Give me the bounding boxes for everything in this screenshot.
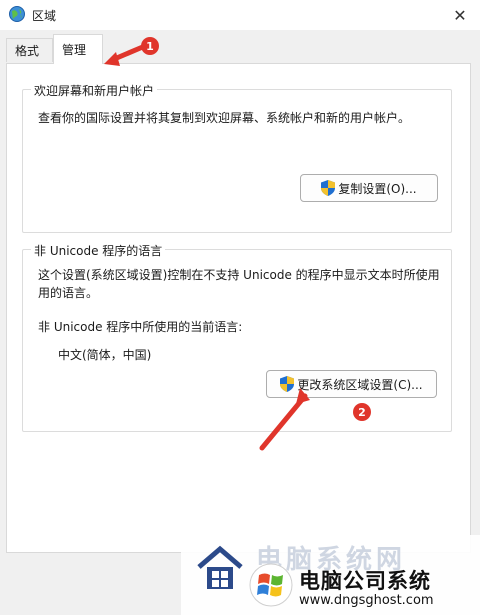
current-language-label: 非 Unicode 程序中所使用的当前语言: <box>38 320 243 334</box>
current-language-value: 中文(简体，中国) <box>58 348 152 362</box>
tab-strip: 格式 管理 <box>0 30 480 64</box>
welcome-screen-group: 欢迎屏幕和新用户帐户 查看你的国际设置并将其复制到欢迎屏幕、系统帐户和新的用户帐… <box>22 82 452 233</box>
non-unicode-description-line1: 这个设置(系统区域设置)控制在不支持 Unicode 的程序中显示文本时所使用 <box>38 268 440 282</box>
windows-logo-icon <box>249 563 293 607</box>
copy-settings-label: 复制设置(O)... <box>338 181 417 196</box>
window-title: 区域 <box>32 9 57 23</box>
watermark-url: www.dngsghost.com <box>299 593 434 608</box>
uac-shield-icon <box>321 180 336 196</box>
globe-icon <box>9 6 25 22</box>
watermark-title: 电脑公司系统 <box>299 569 431 593</box>
title-bar: 区域 ✕ <box>0 0 480 30</box>
tab-panel-administrative: 欢迎屏幕和新用户帐户 查看你的国际设置并将其复制到欢迎屏幕、系统帐户和新的用户帐… <box>6 63 471 553</box>
change-system-locale-label: 更改系统区域设置(C)... <box>297 377 423 392</box>
welcome-group-legend: 欢迎屏幕和新用户帐户 <box>31 82 158 99</box>
tab-format[interactable]: 格式 <box>6 38 53 62</box>
copy-settings-button[interactable]: 复制设置(O)... <box>300 174 438 202</box>
annotation-badge-1: 1 <box>141 37 159 55</box>
non-unicode-description-line2: 用的语言。 <box>38 286 99 300</box>
close-icon: ✕ <box>453 5 467 25</box>
close-button[interactable]: ✕ <box>440 0 480 30</box>
annotation-badge-2: 2 <box>353 403 371 421</box>
house-logo-icon <box>197 545 243 589</box>
non-unicode-group: 非 Unicode 程序的语言 这个设置(系统区域设置)控制在不支持 Unico… <box>22 242 452 432</box>
uac-shield-icon <box>280 376 295 392</box>
tab-administrative[interactable]: 管理 <box>53 34 103 64</box>
welcome-group-description: 查看你的国际设置并将其复制到欢迎屏幕、系统帐户和新的用户帐户。 <box>38 111 411 125</box>
change-system-locale-button[interactable]: 更改系统区域设置(C)... <box>266 370 437 398</box>
watermark: 电脑系统网 电脑公司系统 www.dngsghost.com <box>181 535 480 615</box>
non-unicode-group-legend: 非 Unicode 程序的语言 <box>31 242 166 259</box>
